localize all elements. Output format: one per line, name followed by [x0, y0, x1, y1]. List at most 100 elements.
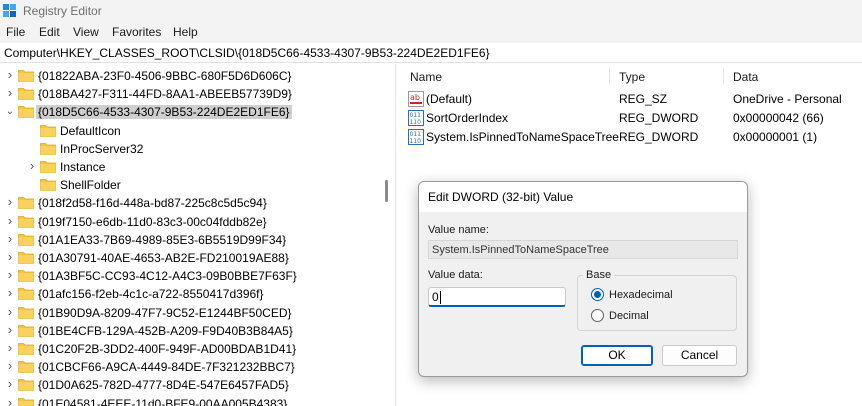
menu-bar: File Edit View Favorites Help — [0, 23, 862, 43]
registry-tree[interactable]: › {01822ABA-23F0-4506-9BBC-680F5D6D606C} ›… — [0, 64, 392, 406]
base-group — [577, 275, 737, 331]
tree-item[interactable]: › {01afc156-f2eb-4c1c-a722-8550417d396f} — [0, 285, 392, 303]
chevron-down-icon[interactable]: ⌄ — [5, 106, 15, 117]
title-bar: Registry Editor — [0, 0, 862, 23]
value-data-label: Value data: — [428, 269, 483, 281]
value-data-cell: 0x00000042 (66) — [733, 111, 824, 125]
decimal-radio[interactable] — [591, 309, 604, 322]
base-legend: Base — [583, 269, 615, 281]
hexadecimal-radio[interactable] — [591, 288, 604, 301]
chevron-right-icon[interactable]: › — [5, 395, 15, 406]
folder-icon — [18, 342, 34, 355]
tree-item-label: {019f7150-e6db-11d0-83c3-00c04fddb82e} — [38, 214, 267, 229]
chevron-right-icon[interactable]: › — [5, 304, 15, 319]
folder-icon — [40, 142, 56, 155]
hexadecimal-label[interactable]: Hexadecimal — [609, 289, 673, 301]
tree-item[interactable]: › {01A1EA33-7B69-4989-85E3-6B5519D99F34} — [0, 231, 392, 249]
binary-value-icon: 011 110 — [408, 129, 424, 145]
value-name-cell: SortOrderIndex — [426, 111, 509, 125]
tree-item[interactable]: › {01E04581-4EEE-11d0-BFE9-00AA005B4383} — [0, 395, 392, 406]
chevron-right-icon[interactable]: › — [5, 194, 15, 209]
tree-item[interactable]: › {01A3BF5C-CC93-4C12-A4C3-09B0BBE7F63F} — [0, 267, 392, 285]
tree-item[interactable]: › {01B90D9A-8209-47F7-9C52-E1244BF50CED} — [0, 304, 392, 322]
folder-icon — [18, 269, 34, 283]
dialog-title: Edit DWORD (32-bit) Value — [428, 190, 574, 204]
folder-icon — [18, 251, 34, 264]
tree-item[interactable]: › {019f7150-e6db-11d0-83c3-00c04fddb82e} — [0, 213, 392, 231]
menu-favorites[interactable]: Favorites — [112, 25, 161, 39]
folder-icon — [40, 160, 56, 173]
tree-item[interactable]: › {01A30791-40AE-4653-AB2E-FD210019AE88} — [0, 249, 392, 267]
tree-item[interactable]: › {01CBCF66-A9CA-4449-84DE-7F321232BBC7} — [0, 358, 392, 376]
menu-help[interactable]: Help — [173, 25, 198, 39]
tree-item-label: {01afc156-f2eb-4c1c-a722-8550417d396f} — [38, 287, 264, 302]
chevron-right-icon[interactable]: › — [5, 285, 15, 300]
tree-item-label: Instance — [60, 160, 106, 174]
column-header-data[interactable]: Data — [733, 70, 758, 84]
value-data-cell: OneDrive - Personal — [733, 92, 842, 106]
chevron-right-icon[interactable]: › — [5, 249, 15, 264]
tree-item[interactable]: › {018f2d58-f16d-448a-bd87-225c8c5d5c94} — [0, 194, 392, 212]
tree-item-label: {01C20F2B-3DD2-400F-949F-AD00BDAB1D41} — [38, 342, 297, 356]
tree-item[interactable]: › Instance — [0, 158, 392, 176]
svg-text:011: 011 — [410, 131, 422, 138]
folder-icon — [40, 124, 56, 137]
decimal-label[interactable]: Decimal — [609, 310, 649, 322]
dialog-title-bar[interactable]: Edit DWORD (32-bit) Value — [419, 182, 747, 212]
tree-scrollbar[interactable] — [385, 180, 388, 202]
chevron-right-icon[interactable]: › — [5, 231, 15, 246]
folder-icon — [18, 105, 34, 119]
chevron-right-icon[interactable]: › — [5, 85, 15, 100]
value-type-cell: REG_DWORD — [619, 130, 699, 144]
value-data-text: 0 — [432, 290, 439, 304]
list-item[interactable]: ab (Default) REG_SZ OneDrive - Personal — [400, 90, 862, 108]
cancel-button[interactable]: Cancel — [662, 345, 737, 366]
address-bar[interactable]: Computer\HKEY_CLASSES_ROOT\CLSID\{018D5C… — [0, 43, 862, 63]
folder-icon — [18, 324, 34, 337]
tree-item-label: {01E04581-4EEE-11d0-BFE9-00AA005B4383} — [38, 396, 288, 406]
chevron-right-icon[interactable]: › — [5, 67, 15, 82]
value-name-text: System.IsPinnedToNameSpaceTree — [432, 244, 609, 256]
tree-item-label: {01A3BF5C-CC93-4C12-A4C3-09B0BBE7F63F} — [38, 269, 297, 284]
tree-item[interactable]: › {01822ABA-23F0-4506-9BBC-680F5D6D606C} — [0, 67, 392, 85]
folder-icon — [18, 287, 34, 301]
tree-item[interactable]: ⌄ {018D5C66-4533-4307-9B53-224DE2ED1FE6} — [0, 103, 392, 121]
list-item[interactable]: 011 110 System.IsPinnedToNameSpaceTree REG_… — [400, 128, 862, 146]
pane-splitter[interactable] — [395, 64, 396, 406]
chevron-right-icon[interactable]: › — [5, 267, 15, 282]
ok-button[interactable]: OK — [581, 345, 653, 366]
tree-item[interactable]: DefaultIcon — [0, 122, 392, 140]
chevron-right-icon[interactable]: › — [5, 376, 15, 391]
chevron-right-icon[interactable]: › — [5, 322, 15, 337]
tree-item-label: DefaultIcon — [60, 123, 121, 138]
tree-item-label: {01CBCF66-A9CA-4449-84DE-7F321232BBC7} — [38, 360, 295, 375]
folder-icon — [18, 233, 34, 246]
value-type-cell: REG_SZ — [619, 92, 668, 106]
chevron-right-icon[interactable]: › — [5, 358, 15, 373]
chevron-right-icon[interactable]: › — [5, 340, 15, 355]
column-header-name[interactable]: Name — [410, 70, 442, 84]
column-separator[interactable] — [609, 68, 610, 84]
tree-item[interactable]: › {01BE4CFB-129A-452B-A209-F9D40B3B84A5} — [0, 322, 392, 340]
value-data-input[interactable]: 0 — [428, 287, 566, 307]
menu-file[interactable]: File — [6, 25, 25, 39]
tree-item[interactable]: ShellFolder — [0, 176, 392, 194]
tree-item-label: {01822ABA-23F0-4506-9BBC-680F5D6D606C} — [38, 69, 292, 83]
column-separator[interactable] — [723, 68, 724, 84]
value-type-cell: REG_DWORD — [619, 111, 699, 125]
column-header-type[interactable]: Type — [619, 70, 645, 84]
string-value-icon: ab — [408, 91, 424, 107]
address-path[interactable]: Computer\HKEY_CLASSES_ROOT\CLSID\{018D5C… — [4, 46, 490, 60]
chevron-right-icon[interactable]: › — [27, 158, 37, 173]
chevron-right-icon[interactable]: › — [5, 213, 15, 228]
tree-item[interactable]: InProcServer32 — [0, 140, 392, 158]
tree-item[interactable]: › {018BA427-F311-44FD-8AA1-ABEEB57739D9} — [0, 85, 392, 103]
folder-icon — [40, 178, 56, 192]
list-item[interactable]: 011 110 SortOrderIndex REG_DWORD 0x00000042 … — [400, 109, 862, 127]
tree-item[interactable]: › {01D0A625-782D-4777-8D4E-547E6457FAD5} — [0, 376, 392, 394]
menu-edit[interactable]: Edit — [39, 25, 60, 39]
menu-view[interactable]: View — [73, 25, 99, 39]
tree-item[interactable]: › {01C20F2B-3DD2-400F-949F-AD00BDAB1D41} — [0, 340, 392, 358]
folder-icon — [18, 397, 34, 406]
svg-text:ab: ab — [410, 93, 420, 102]
